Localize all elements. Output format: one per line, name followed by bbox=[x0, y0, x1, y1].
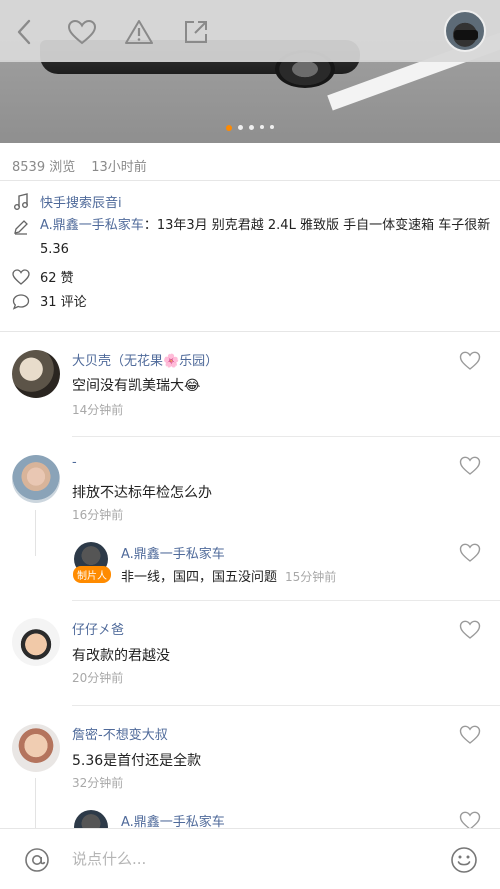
pager-dot bbox=[226, 125, 232, 131]
comment-text: 空间没有凯美瑞大😂 bbox=[72, 378, 201, 394]
post-stats: 8539 浏览 13小时前 bbox=[12, 156, 147, 175]
author-avatar[interactable] bbox=[444, 10, 486, 52]
divider bbox=[72, 600, 500, 601]
music-link[interactable]: 快手搜索辰音i bbox=[40, 192, 122, 211]
reply-thread-line bbox=[35, 510, 36, 556]
description-row: A.鼎鑫一手私家车：13年3月 别克君越 2.4L 雅致版 手自一体变速箱 车子… bbox=[12, 214, 495, 262]
comment-text: 5.36是首付还是全款 bbox=[72, 753, 202, 769]
comments-count-row[interactable]: 31 评论 bbox=[12, 291, 87, 310]
pager-dot bbox=[249, 125, 254, 130]
post-description: A.鼎鑫一手私家车：13年3月 别克君越 2.4L 雅致版 手自一体变速箱 车子… bbox=[40, 218, 491, 257]
like-reply-icon[interactable] bbox=[459, 543, 481, 563]
divider bbox=[0, 180, 500, 181]
divider bbox=[72, 436, 500, 437]
comment-time: 20分钟前 bbox=[72, 671, 124, 685]
post-photo[interactable] bbox=[0, 0, 500, 143]
at-mention-icon[interactable] bbox=[24, 847, 50, 873]
like-comment-icon[interactable] bbox=[459, 725, 481, 745]
reply-thread-line bbox=[35, 778, 36, 828]
heart-icon[interactable] bbox=[64, 14, 100, 50]
comment-input-bar: 说点什么... bbox=[0, 828, 500, 889]
producer-badge: 制片人 bbox=[73, 566, 111, 583]
share-icon[interactable] bbox=[178, 14, 214, 50]
like-comment-icon[interactable] bbox=[459, 456, 481, 476]
comment-time: 32分钟前 bbox=[72, 776, 124, 790]
view-count: 8539 浏览 bbox=[12, 160, 76, 175]
pager-dot bbox=[270, 125, 274, 129]
comment-time: 16分钟前 bbox=[72, 508, 124, 522]
back-icon[interactable] bbox=[6, 14, 42, 50]
comment-bubble-icon bbox=[12, 292, 30, 310]
avatar[interactable] bbox=[12, 455, 60, 503]
divider bbox=[72, 705, 500, 706]
edit-icon bbox=[12, 218, 30, 236]
avatar[interactable] bbox=[12, 618, 60, 666]
commenter-name[interactable]: 仔仔㐅爸 bbox=[72, 619, 124, 638]
music-row[interactable]: 快手搜索辰音i bbox=[12, 192, 122, 211]
avatar[interactable] bbox=[12, 350, 60, 398]
like-comment-icon[interactable] bbox=[459, 351, 481, 371]
comment-count: 31 评论 bbox=[40, 295, 87, 310]
divider bbox=[0, 331, 500, 332]
report-icon[interactable] bbox=[121, 14, 157, 50]
comment-text: 有改款的君越没 bbox=[72, 648, 170, 664]
comment-time: 14分钟前 bbox=[72, 403, 124, 417]
author-name-link[interactable]: A.鼎鑫一手私家车 bbox=[40, 218, 144, 233]
music-note-icon bbox=[12, 193, 30, 211]
reply-author-name[interactable]: A.鼎鑫一手私家车 bbox=[121, 543, 225, 562]
commenter-name[interactable]: 大贝壳（无花果🌸乐园） bbox=[72, 350, 218, 369]
comment-text: 排放不达标年检怎么办 bbox=[72, 485, 212, 501]
comment-input[interactable]: 说点什么... bbox=[72, 848, 146, 869]
emoji-icon[interactable] bbox=[450, 846, 478, 874]
post-time: 13小时前 bbox=[91, 160, 147, 175]
likes-row[interactable]: 62 赞 bbox=[12, 267, 74, 286]
heart-outline-icon bbox=[12, 268, 30, 286]
avatar[interactable] bbox=[12, 724, 60, 772]
reply-time: 15分钟前 bbox=[285, 570, 337, 584]
pager-dot bbox=[238, 125, 243, 130]
commenter-name[interactable]: - bbox=[72, 455, 77, 470]
like-count: 62 赞 bbox=[40, 271, 74, 286]
reply-text: 非一线，国四，国五没问题 bbox=[121, 570, 278, 585]
commenter-name[interactable]: 詹密-不想变大叔 bbox=[72, 724, 168, 743]
pager-dot bbox=[260, 125, 264, 129]
photo-pager bbox=[0, 125, 500, 131]
like-comment-icon[interactable] bbox=[459, 620, 481, 640]
